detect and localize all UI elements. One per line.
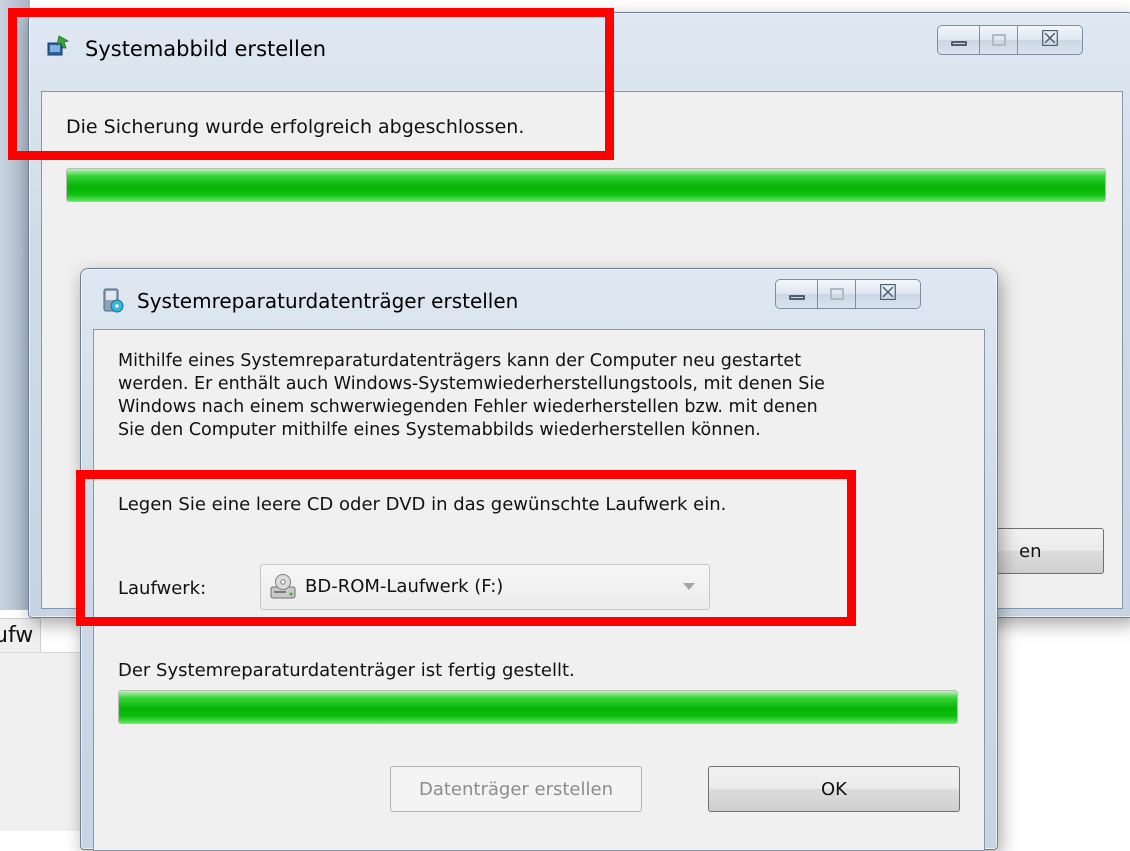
create-disc-button-label: Datenträger erstellen: [418, 778, 613, 800]
main-progress-fill: [67, 169, 1105, 201]
description-line: Windows nach einem schwerwiegenden Fehle…: [118, 397, 818, 417]
close-icon: ☒: [878, 281, 898, 306]
drive-select[interactable]: BD-ROM-Laufwerk (F:): [260, 564, 710, 610]
close-icon: ☒: [1040, 27, 1060, 52]
repair-description: Mithilfe eines Systemreparaturdatenträge…: [118, 350, 825, 442]
ok-button[interactable]: OK: [708, 766, 960, 812]
main-partial-button-label: en: [1019, 540, 1042, 562]
chevron-down-icon: [683, 583, 695, 590]
maximize-button: [979, 25, 1017, 55]
background-partial-label: ufw: [0, 618, 41, 654]
repair-status-text: Der Systemreparaturdatenträger ist ferti…: [118, 660, 575, 681]
main-progress-bar: [66, 168, 1106, 202]
drive-instruction: Legen Sie eine leere CD oder DVD in das …: [118, 494, 727, 515]
repair-dialog-titlebar[interactable]: Systemreparaturdatenträger erstellen ☒: [81, 269, 997, 317]
drive-label: Laufwerk:: [118, 578, 207, 599]
minimize-icon: [788, 294, 805, 300]
close-button[interactable]: ☒: [1017, 25, 1083, 55]
main-window-caption-buttons: ☒: [937, 25, 1083, 55]
repair-minimize-button[interactable]: [775, 279, 817, 309]
background-panel: [0, 652, 82, 831]
repair-progress-fill: [119, 691, 957, 723]
main-window-titlebar[interactable]: Systemabbild erstellen ☒: [29, 13, 1130, 61]
main-window-title: Systemabbild erstellen: [85, 37, 327, 61]
description-line: werden. Er enthält auch Windows-Systemwi…: [118, 374, 825, 394]
repair-progress-bar: [118, 690, 958, 724]
create-disc-button[interactable]: Datenträger erstellen: [390, 766, 642, 812]
repair-close-button[interactable]: ☒: [855, 279, 921, 309]
backup-icon: [47, 35, 70, 56]
repair-dialog: Systemreparaturdatenträger erstellen ☒ M…: [80, 268, 998, 851]
minimize-icon: [950, 40, 967, 46]
description-line: Mithilfe eines Systemreparaturdatenträge…: [118, 351, 802, 371]
description-line: Sie den Computer mithilfe eines Systemab…: [118, 420, 761, 440]
repair-dialog-title: Systemreparaturdatenträger erstellen: [137, 289, 519, 313]
repair-dialog-caption-buttons: ☒: [775, 279, 921, 309]
maximize-icon: [829, 288, 844, 300]
ok-button-label: OK: [821, 778, 847, 800]
minimize-button[interactable]: [937, 25, 979, 55]
main-status-text: Die Sicherung wurde erfolgreich abgeschl…: [66, 116, 525, 138]
disc-repair-icon: [103, 288, 124, 313]
repair-maximize-button: [817, 279, 855, 309]
optical-drive-icon: [270, 574, 296, 599]
repair-dialog-client: Mithilfe eines Systemreparaturdatenträge…: [93, 329, 985, 851]
background-window-edge: [0, 0, 30, 610]
maximize-icon: [991, 34, 1006, 46]
drive-select-value: BD-ROM-Laufwerk (F:): [305, 576, 504, 597]
